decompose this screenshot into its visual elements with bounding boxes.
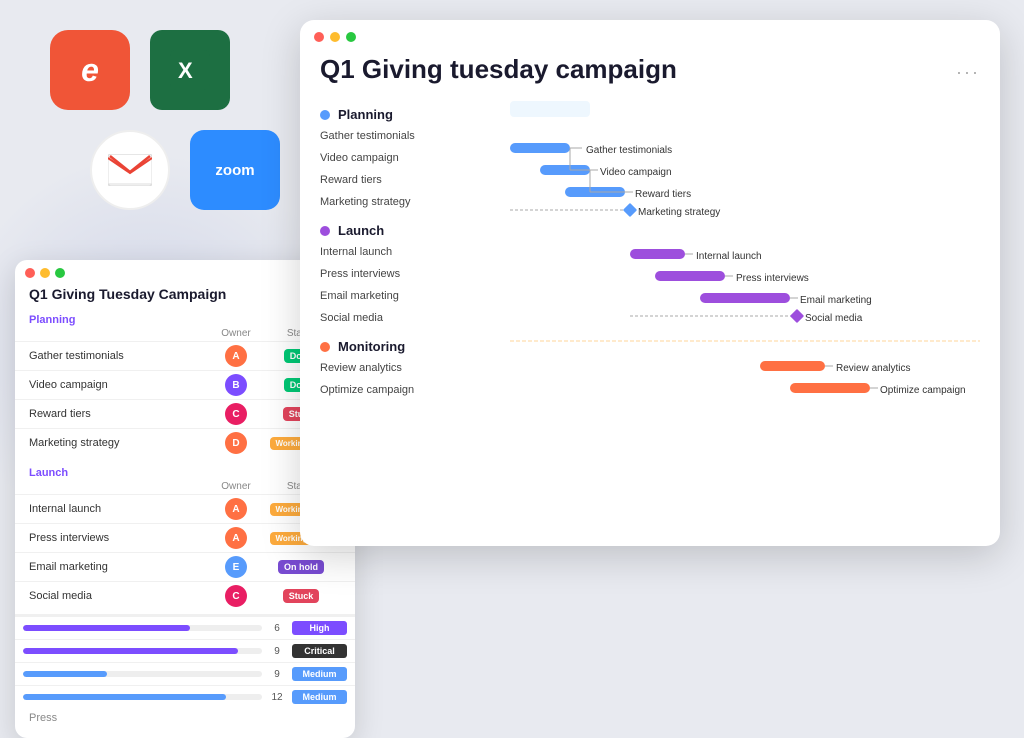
priority-count: 12 [268,692,286,703]
minimize-dot [40,268,50,278]
svg-text:Social media: Social media [805,313,863,324]
svg-text:Internal launch: Internal launch [696,251,762,262]
more-options-icon[interactable]: ··· [956,62,980,83]
task-owner: A [211,498,261,520]
task-owner: A [211,527,261,549]
task-status: On hold [261,561,341,573]
maximize-dot [55,268,65,278]
priority-label: Medium [292,667,347,681]
section-dot-purple [320,226,330,236]
priority-bar [23,648,238,654]
gantt-chart-area: Gather testimonials Video campaign Rewar… [500,101,980,526]
gantt-task-label: Gather testimonials [320,125,500,147]
gantt-task-label: Internal launch [320,241,500,263]
priority-label: Medium [292,690,347,704]
gantt-task-label: Press interviews [320,263,500,285]
lth-name [29,481,211,492]
svg-text:Video campaign: Video campaign [600,167,672,178]
priority-bar [23,671,107,677]
task-name: Marketing strategy [29,437,211,449]
task-status: Stuck [261,590,341,602]
monitoring-label: Monitoring [338,339,405,354]
maximize-dot [346,32,356,42]
task-owner: C [211,585,261,607]
svg-text:Marketing strategy: Marketing strategy [638,207,720,218]
priority-label: Critical [292,644,347,658]
excel-icon: X [150,30,230,110]
svg-text:Reward tiers: Reward tiers [635,189,691,200]
gantt-section-planning: Planning [320,101,500,125]
priority-count: 6 [268,623,286,634]
task-owner: A [211,345,261,367]
gantt-section-monitoring: Monitoring [320,333,500,357]
priority-bar-container [23,648,262,654]
svg-text:Review analytics: Review analytics [836,363,910,374]
th-name [29,328,211,339]
gantt-task-label: Email marketing [320,285,500,307]
gmail-icon [90,130,170,210]
list-item: 12 Medium [15,685,355,708]
status-badge: Stuck [283,589,320,603]
priority-label: High [292,621,347,635]
eventbrite-icon: e [50,30,130,110]
planning-label: Planning [338,107,393,122]
svg-text:Gather testimonials: Gather testimonials [586,145,672,156]
task-name: Internal launch [29,503,211,515]
task-owner: D [211,432,261,454]
window-controls-main [300,20,1000,48]
gantt-task-label: Video campaign [320,147,500,169]
launch-label: Launch [338,223,384,238]
table-row: Email marketing E On hold [15,552,355,581]
priority-count: 9 [268,669,286,680]
gantt-task-label: Review analytics [320,357,500,379]
task-name: Press interviews [29,532,211,544]
priority-bar [23,625,190,631]
svg-text:Optimize campaign: Optimize campaign [880,385,966,396]
gantt-task-label: Reward tiers [320,169,500,191]
gantt-task-label: Social media [320,307,500,329]
gantt-labels: Planning Gather testimonials Video campa… [320,101,500,526]
gantt-section-launch: Launch [320,217,500,241]
press-label: Press [15,708,355,728]
table-row: Social media C Stuck [15,581,355,610]
svg-text:Press interviews: Press interviews [736,273,809,284]
task-name: Social media [29,590,211,602]
close-dot [25,268,35,278]
task-name: Gather testimonials [29,350,211,362]
task-owner: C [211,403,261,425]
priority-bar-container [23,694,262,700]
task-name: Video campaign [29,379,211,391]
main-window-title: Q1 Giving tuesday campaign [300,48,1000,101]
main-window: Q1 Giving tuesday campaign ··· Planning … [300,20,1000,546]
minimize-dot [330,32,340,42]
priority-bar-container [23,625,262,631]
priority-bar-container [23,671,262,677]
priority-count: 9 [268,646,286,657]
gantt-task-label: Optimize campaign [320,379,500,401]
close-dot [314,32,324,42]
gantt-chart: Planning Gather testimonials Video campa… [300,101,1000,526]
th-owner: Owner [211,328,261,339]
task-owner: B [211,374,261,396]
task-owner: E [211,556,261,578]
list-item: 9 Medium [15,662,355,685]
zoom-icon: zoom [190,130,280,210]
gantt-task-label: Marketing strategy [320,191,500,213]
task-name: Reward tiers [29,408,211,420]
svg-text:X: X [178,58,193,83]
task-name: Email marketing [29,561,211,573]
app-icons-panel: e X zoom [30,30,290,250]
status-badge: On hold [278,560,324,574]
section-dot-orange [320,342,330,352]
priority-bar [23,694,226,700]
lth-owner: Owner [211,481,261,492]
list-item: 6 High [15,616,355,639]
section-dot-blue [320,110,330,120]
svg-text:Email marketing: Email marketing [800,295,872,306]
list-item: 9 Critical [15,639,355,662]
